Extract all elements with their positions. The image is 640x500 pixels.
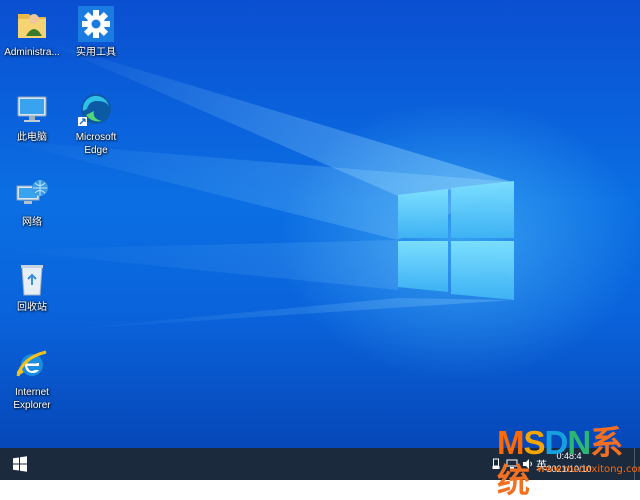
desktop-icon-recycle-bin[interactable]: 回收站 bbox=[0, 261, 67, 314]
watermark-brand: MSDN系统 bbox=[497, 424, 623, 499]
desktop-icon-internet-explorer[interactable]: Internet Explorer bbox=[0, 346, 67, 412]
wallpaper-art bbox=[0, 40, 514, 330]
watermark-url: www.msdnxitong.com bbox=[537, 464, 640, 475]
icon-label: Microsoft Edge bbox=[75, 132, 117, 156]
network-icon bbox=[14, 176, 50, 212]
watermark: MSDN系统 www.msdnxitong.com bbox=[497, 424, 640, 499]
icon-label: 网络 bbox=[22, 217, 42, 228]
icon-label: Administra... bbox=[4, 47, 60, 58]
icon-label: 实用工具 bbox=[76, 47, 116, 58]
desktop-icon-tools[interactable]: 实用工具 bbox=[61, 6, 131, 59]
desktop-icon-edge[interactable]: Microsoft Edge bbox=[61, 91, 131, 157]
ie-icon bbox=[14, 346, 50, 382]
desktop-icon-administrator[interactable]: Administra... bbox=[0, 6, 67, 59]
user-folder-icon bbox=[14, 6, 50, 42]
gear-icon bbox=[78, 6, 114, 42]
windows-logo-icon bbox=[13, 456, 27, 472]
start-button[interactable] bbox=[0, 448, 40, 480]
windows-logo-wallpaper bbox=[398, 181, 514, 300]
icon-label: 回收站 bbox=[17, 302, 47, 313]
desktop-icon-network[interactable]: 网络 bbox=[0, 176, 67, 229]
edge-icon bbox=[78, 91, 114, 127]
recycle-bin-icon bbox=[14, 261, 50, 297]
icon-label: Internet Explorer bbox=[13, 387, 51, 411]
icon-label: 此电脑 bbox=[17, 132, 47, 143]
desktop[interactable]: Administra... 实用工具 此电脑 Microsoft Edge 网络… bbox=[0, 0, 640, 448]
desktop-icon-this-pc[interactable]: 此电脑 bbox=[0, 91, 67, 144]
computer-icon bbox=[14, 91, 50, 127]
